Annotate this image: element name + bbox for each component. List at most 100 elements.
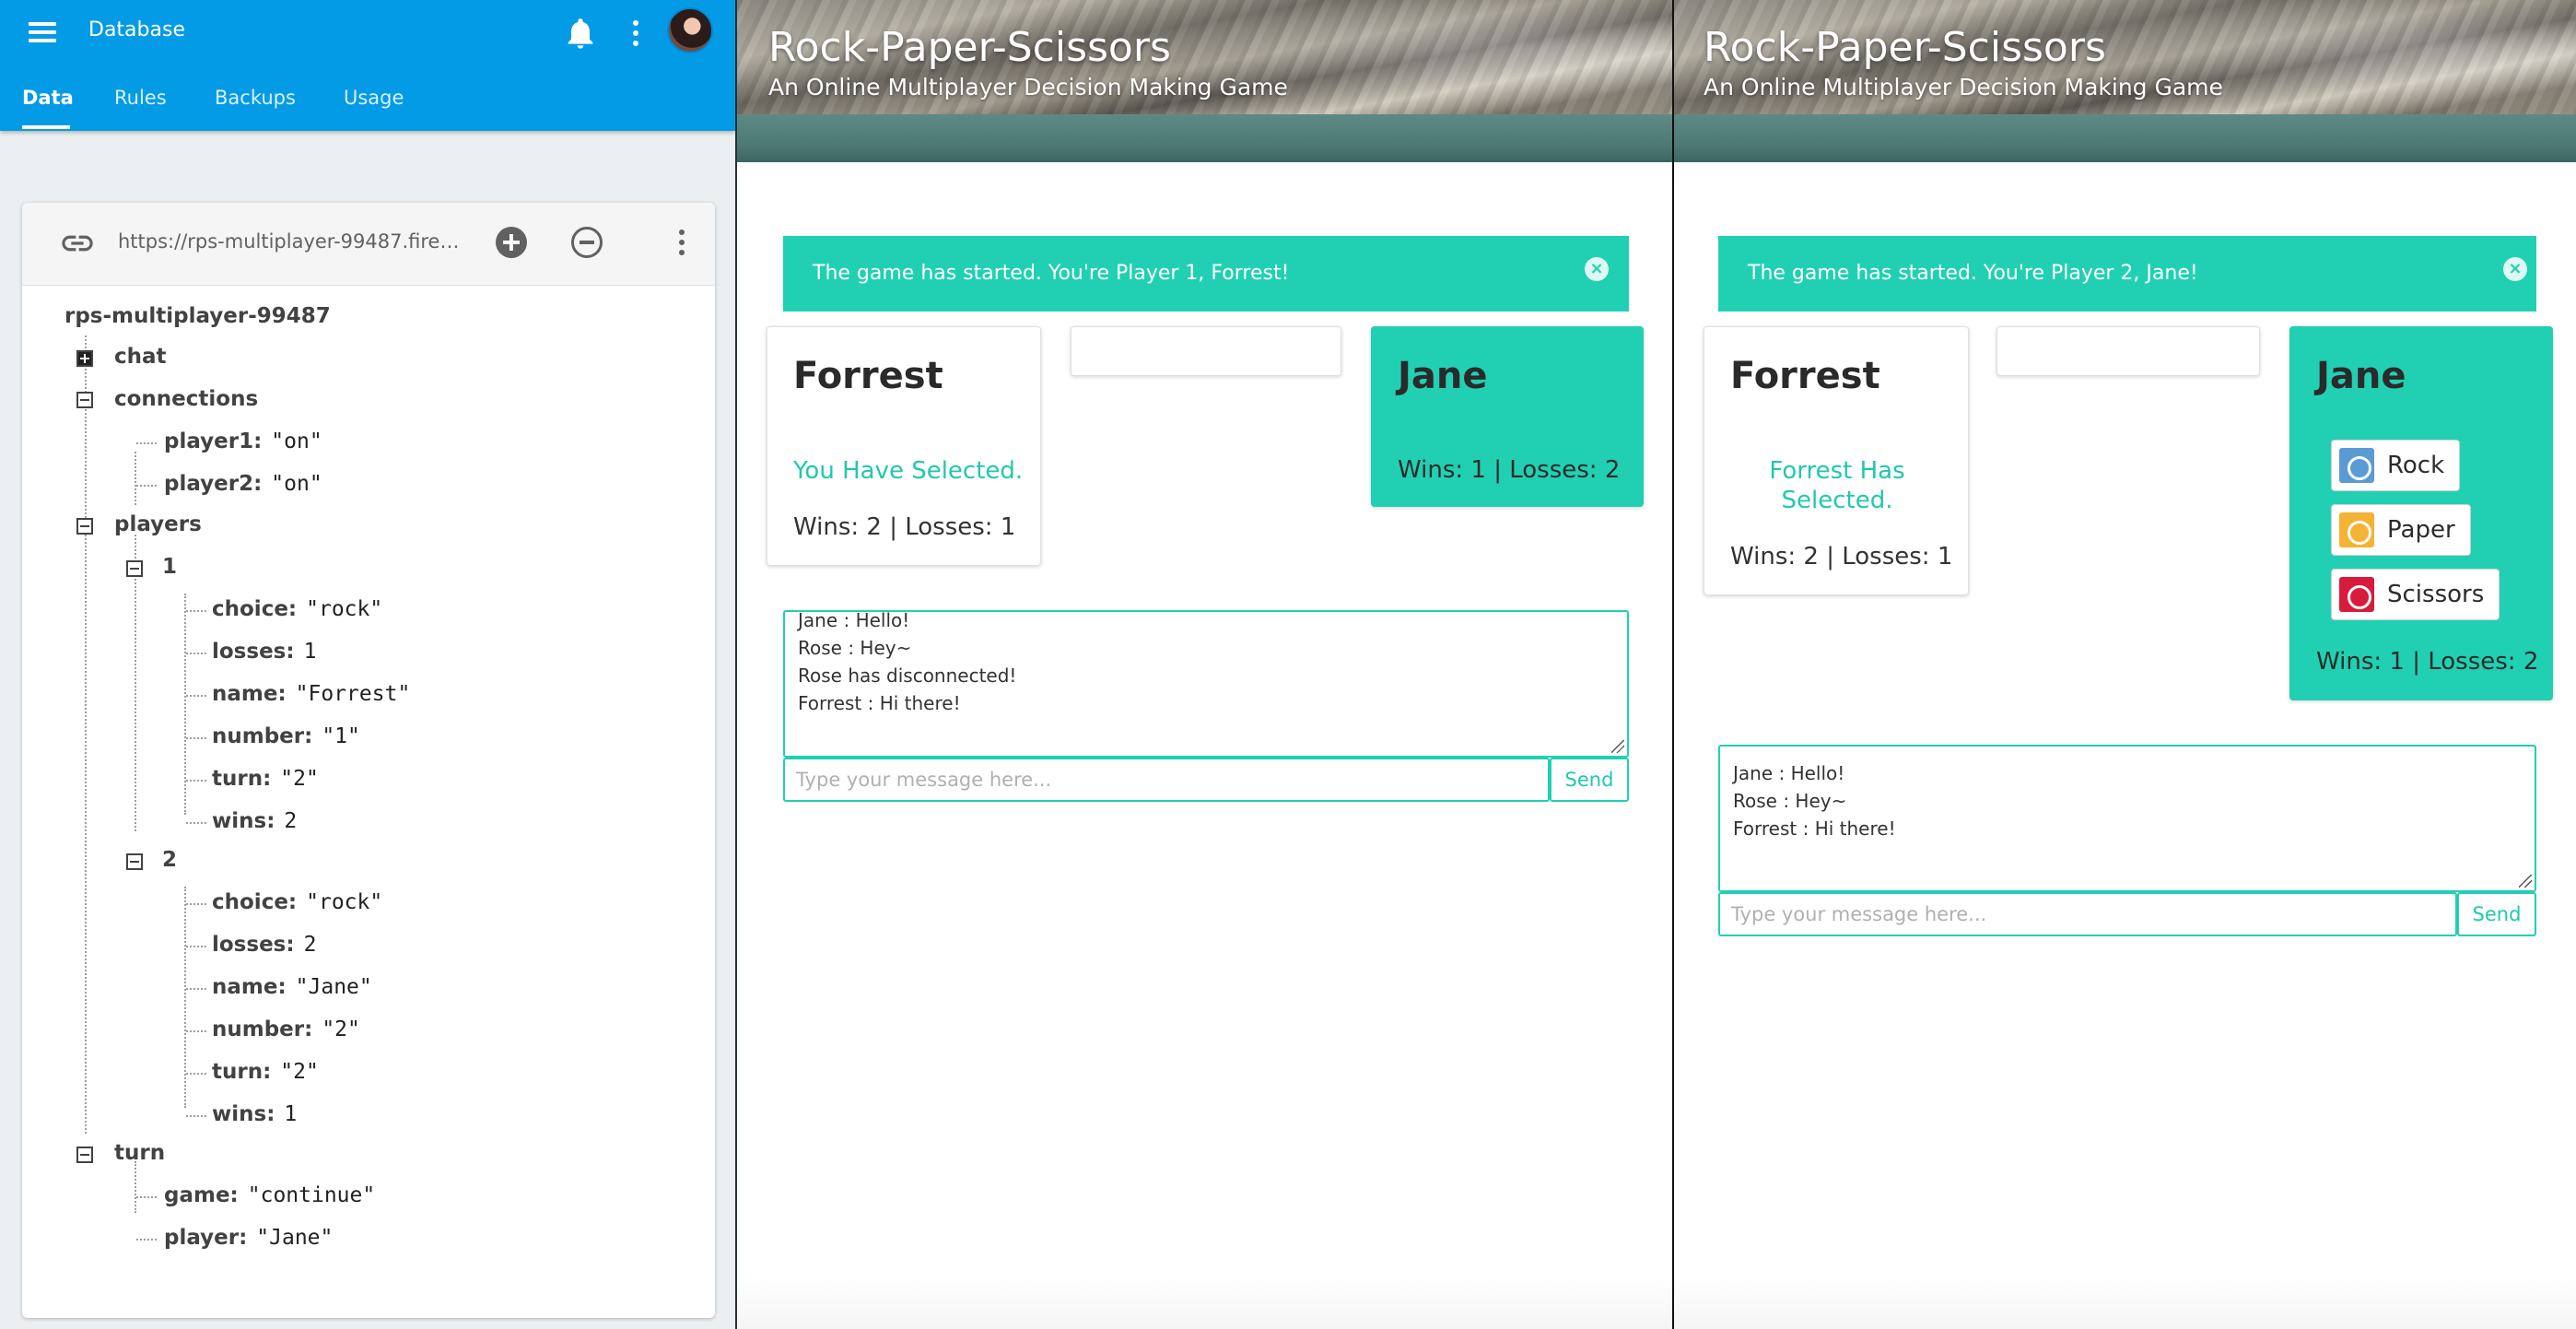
alert-text: The game has started. You're Player 2, J… — [1748, 262, 2198, 285]
player-1-stats: Wins: 2 | Losses: 1 — [1730, 543, 1953, 570]
tree-line — [85, 335, 87, 1134]
collapse-icon[interactable] — [126, 853, 143, 870]
tree-leaf-wins[interactable]: wins: 2 — [212, 809, 297, 833]
chat-log[interactable]: Jane : Hello! Rose : Hey~ Rose has disco… — [783, 610, 1629, 758]
tree-leaf-choice[interactable]: choice: "rock" — [212, 597, 382, 621]
tree-leaf-player2[interactable]: player2: "on" — [164, 472, 322, 496]
chat-message: Rose : Hey~ — [1733, 790, 1847, 812]
more-vert-icon[interactable] — [626, 15, 645, 52]
message-input[interactable]: Type your message here... — [1718, 892, 2457, 936]
tree-line — [135, 1161, 136, 1213]
firebase-console: Database Data Rules Backups Usage https:… — [0, 0, 735, 1329]
tree-node-players[interactable]: players — [114, 512, 202, 536]
tree-leaf-name[interactable]: name: "Jane" — [212, 975, 372, 999]
expand-icon[interactable] — [76, 350, 93, 367]
player-1-card: Forrest Forrest Has Selected. Wins: 2 | … — [1704, 326, 1969, 595]
chat-log[interactable]: Jane : Hello! Rose : Hey~ Forrest : Hi t… — [1718, 745, 2536, 892]
add-icon[interactable] — [496, 227, 527, 258]
avatar[interactable] — [667, 7, 713, 53]
tree-leaf-losses[interactable]: losses: 2 — [212, 933, 316, 957]
alert-text: The game has started. You're Player 1, F… — [813, 262, 1290, 285]
chat-message: Forrest : Hi there! — [1733, 817, 1896, 840]
scissors-icon — [2339, 577, 2374, 612]
result-box — [1996, 326, 2260, 376]
player-2-name: Jane — [2316, 355, 2406, 397]
player-1-status: You Have Selected. — [793, 457, 1024, 485]
choice-paper-button[interactable]: Paper — [2331, 504, 2471, 556]
tree-root[interactable]: rps-multiplayer-99487 — [64, 304, 331, 328]
collapse-icon[interactable] — [76, 1147, 93, 1163]
game-alert: The game has started. You're Player 2, J… — [1718, 236, 2536, 312]
tab-usage[interactable]: Usage — [344, 79, 404, 131]
tree-line — [135, 452, 136, 505]
game-subtitle: An Online Multiplayer Decision Making Ga… — [1704, 74, 2223, 100]
message-input[interactable]: Type your message here... — [783, 758, 1550, 802]
tree-leaf-turn[interactable]: turn: "2" — [212, 1060, 319, 1084]
paper-icon — [2339, 512, 2374, 547]
choice-rock-button[interactable]: Rock — [2331, 440, 2461, 491]
app-title: Database — [88, 18, 185, 41]
tree-node-player-1[interactable]: 1 — [162, 555, 177, 579]
game-window-player-2: Rock-Paper-Scissors An Online Multiplaye… — [1674, 0, 2576, 1329]
tree-leaf-game[interactable]: game: "continue" — [164, 1183, 375, 1207]
tab-backups[interactable]: Backups — [215, 79, 296, 131]
tree-line — [184, 887, 186, 1108]
header-banner: Rock-Paper-Scissors An Online Multiplaye… — [737, 0, 1672, 162]
tab-data[interactable]: Data — [22, 79, 74, 131]
data-tree: rps-multiplayer-99487 chat connections p… — [22, 286, 715, 1309]
result-box — [1071, 326, 1341, 376]
game-alert: The game has started. You're Player 1, F… — [783, 236, 1629, 312]
tree-leaf-name[interactable]: name: "Forrest" — [212, 682, 410, 706]
collapse-icon[interactable] — [126, 560, 143, 577]
tree-node-connections[interactable]: connections — [114, 387, 258, 411]
tree-leaf-number[interactable]: number: "2" — [212, 1017, 360, 1041]
tree-node-player-2[interactable]: 2 — [162, 848, 177, 872]
remove-icon[interactable] — [571, 227, 603, 258]
collapse-icon[interactable] — [76, 392, 93, 408]
collapse-icon[interactable] — [76, 518, 93, 535]
player-2-card: Jane Wins: 1 | Losses: 2 — [1371, 326, 1644, 507]
player-1-stats: Wins: 2 | Losses: 1 — [793, 513, 1016, 541]
tree-leaf-player1[interactable]: player1: "on" — [164, 429, 322, 453]
more-vert-icon[interactable] — [673, 227, 691, 260]
game-window-player-1: Rock-Paper-Scissors An Online Multiplaye… — [737, 0, 1672, 1329]
choice-scissors-button[interactable]: Scissors — [2331, 569, 2500, 620]
bell-icon[interactable] — [562, 15, 599, 52]
tree-leaf-wins[interactable]: wins: 1 — [212, 1102, 297, 1126]
chat-message: Jane : Hello! — [798, 610, 910, 631]
send-button[interactable]: Send — [2457, 892, 2536, 936]
menu-icon[interactable] — [26, 17, 59, 50]
rock-icon — [2339, 448, 2374, 483]
active-tab-indicator — [22, 125, 70, 129]
chat-message: Forrest : Hi there! — [798, 692, 961, 714]
player-1-name: Forrest — [1730, 355, 1880, 397]
close-icon[interactable]: × — [2503, 257, 2527, 281]
link-icon — [59, 225, 96, 262]
database-url[interactable]: https://rps-multiplayer-99487.fireba... — [118, 230, 468, 253]
player-1-card: Forrest You Have Selected. Wins: 2 | Los… — [767, 326, 1041, 566]
tree-node-turn[interactable]: turn — [114, 1141, 165, 1165]
player-1-status: Forrest Has Selected. — [1769, 457, 1905, 514]
header-banner: Rock-Paper-Scissors An Online Multiplaye… — [1674, 0, 2576, 162]
tree-leaf-losses[interactable]: losses: 1 — [212, 640, 316, 664]
send-button[interactable]: Send — [1550, 758, 1629, 802]
player-2-card: Jane Rock Paper Scissors Wins: 1 | Losse… — [2289, 326, 2553, 700]
player-2-stats: Wins: 1 | Losses: 2 — [1398, 456, 1621, 484]
tree-leaf-choice[interactable]: choice: "rock" — [212, 890, 382, 914]
tree-line — [135, 535, 136, 831]
tree-node-chat[interactable]: chat — [114, 345, 167, 369]
resize-handle-icon[interactable] — [1611, 740, 1624, 753]
tree-line — [184, 594, 186, 815]
tab-rules[interactable]: Rules — [114, 79, 167, 131]
player-2-name: Jane — [1398, 355, 1488, 397]
chat-message: Rose has disconnected! — [798, 664, 1017, 687]
game-title: Rock-Paper-Scissors — [768, 24, 1171, 71]
close-icon[interactable]: × — [1585, 257, 1609, 281]
resize-handle-icon[interactable] — [2519, 875, 2532, 888]
player-1-name: Forrest — [793, 355, 943, 397]
database-card: https://rps-multiplayer-99487.fireba... … — [22, 203, 715, 1318]
tree-leaf-number[interactable]: number: "1" — [212, 724, 360, 748]
tree-leaf-player[interactable]: player: "Jane" — [164, 1226, 333, 1250]
player-2-stats: Wins: 1 | Losses: 2 — [2316, 648, 2539, 676]
tree-leaf-turn[interactable]: turn: "2" — [212, 767, 319, 791]
